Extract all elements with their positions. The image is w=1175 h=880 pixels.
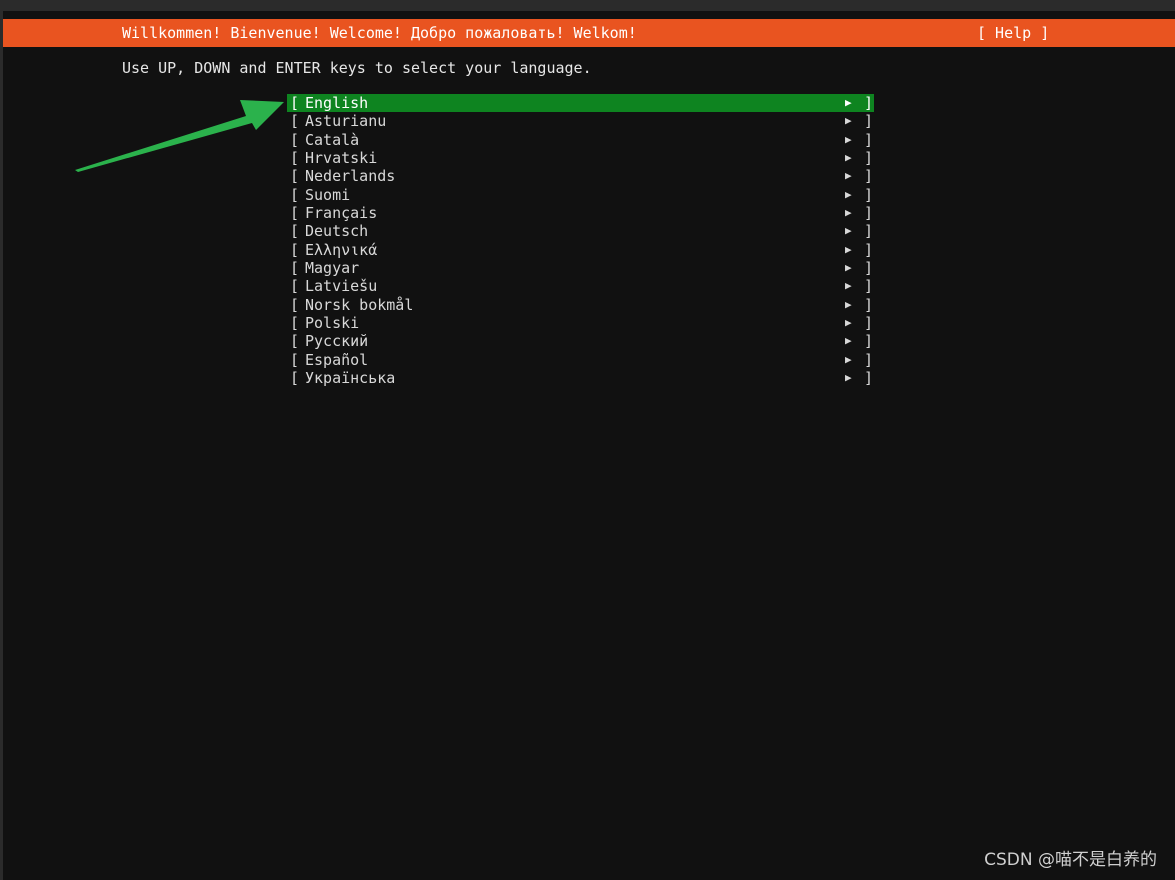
- right-bracket: ]: [864, 368, 874, 387]
- header-bar: Willkommen! Bienvenue! Welcome! Добро по…: [3, 19, 1175, 47]
- language-option[interactable]: [ Polski ▶]: [287, 314, 874, 332]
- submenu-arrow-icon: ▶: [845, 352, 852, 366]
- right-bracket: ]: [864, 295, 874, 314]
- submenu-arrow-icon: ▶: [845, 297, 852, 311]
- language-option[interactable]: [ Ελληνικά ▶]: [287, 241, 874, 259]
- submenu-arrow-icon: ▶: [845, 224, 852, 238]
- right-bracket: ]: [864, 332, 874, 351]
- language-label: Español: [305, 350, 369, 369]
- language-option[interactable]: [ Українська ▶]: [287, 369, 874, 387]
- left-bracket: [: [290, 94, 300, 112]
- submenu-arrow-icon: ▶: [845, 169, 852, 183]
- submenu-arrow-icon: ▶: [845, 334, 852, 348]
- left-bracket: [: [290, 222, 300, 241]
- submenu-arrow-icon: ▶: [845, 187, 852, 201]
- language-option[interactable]: [ Asturianu ▶]: [287, 112, 874, 130]
- language-label: Asturianu: [305, 112, 387, 131]
- language-label: Deutsch: [305, 222, 369, 241]
- language-label: Latviešu: [305, 277, 378, 296]
- right-bracket: ]: [864, 203, 874, 222]
- language-label: Русский: [305, 332, 369, 351]
- submenu-arrow-icon: ▶: [845, 370, 852, 384]
- language-option[interactable]: [ Hrvatski ▶]: [287, 149, 874, 167]
- left-bracket: [: [290, 313, 300, 332]
- language-option[interactable]: [ Suomi ▶]: [287, 186, 874, 204]
- language-label: English: [305, 94, 369, 112]
- language-label: Hrvatski: [305, 148, 378, 167]
- language-option[interactable]: [ Deutsch ▶]: [287, 222, 874, 240]
- language-option[interactable]: [ Français ▶]: [287, 204, 874, 222]
- left-bracket: [: [290, 185, 300, 204]
- right-bracket: ]: [864, 167, 874, 186]
- submenu-arrow-icon: ▶: [845, 315, 852, 329]
- language-label: Nederlands: [305, 167, 396, 186]
- left-bracket: [: [290, 148, 300, 167]
- right-bracket: ]: [864, 258, 874, 277]
- left-bracket: [: [290, 240, 300, 259]
- watermark: CSDN @喵不是白养的: [984, 850, 1157, 870]
- submenu-arrow-icon: ▶: [845, 114, 852, 128]
- right-bracket: ]: [864, 350, 874, 369]
- left-bracket: [: [290, 295, 300, 314]
- language-option[interactable]: [ Español ▶]: [287, 351, 874, 369]
- language-option[interactable]: [ Latviešu ▶]: [287, 277, 874, 295]
- language-label: Українська: [305, 368, 396, 387]
- left-bracket: [: [290, 167, 300, 186]
- language-option[interactable]: [ Magyar ▶]: [287, 259, 874, 277]
- language-label: Ελληνικά: [305, 240, 378, 259]
- language-option[interactable]: [ Nederlands ▶]: [287, 167, 874, 185]
- language-label: Suomi: [305, 185, 351, 204]
- submenu-arrow-icon: ▶: [845, 242, 852, 256]
- language-label: Norsk bokmål: [305, 295, 414, 314]
- right-bracket: ]: [864, 148, 874, 167]
- left-bracket: [: [290, 258, 300, 277]
- submenu-arrow-icon: ▶: [845, 132, 852, 146]
- right-bracket: ]: [864, 277, 874, 296]
- left-bracket: [: [290, 112, 300, 131]
- instructions-text: Use UP, DOWN and ENTER keys to select yo…: [122, 59, 592, 77]
- left-bracket: [: [290, 332, 300, 351]
- left-bracket: [: [290, 368, 300, 387]
- installer-screen: Willkommen! Bienvenue! Welcome! Добро по…: [3, 11, 1175, 880]
- right-bracket: ]: [864, 313, 874, 332]
- language-option[interactable]: [ Русский ▶]: [287, 332, 874, 350]
- submenu-arrow-icon: ▶: [845, 279, 852, 293]
- language-option[interactable]: [ Català ▶]: [287, 131, 874, 149]
- submenu-arrow-icon: ▶: [845, 205, 852, 219]
- language-label: Français: [305, 203, 378, 222]
- language-list: [ English ▶] [ Asturianu ▶] [ Català ▶] [ Hrvatski…: [287, 94, 874, 387]
- right-bracket: ]: [864, 240, 874, 259]
- language-label: Català: [305, 130, 360, 149]
- right-bracket: ]: [864, 112, 874, 131]
- left-bracket: [: [290, 350, 300, 369]
- right-bracket: ]: [864, 222, 874, 241]
- left-bracket: [: [290, 130, 300, 149]
- help-button[interactable]: [ Help ]: [977, 19, 1049, 47]
- language-option[interactable]: [ English ▶]: [287, 94, 874, 113]
- language-option[interactable]: [ Norsk bokmål ▶]: [287, 296, 874, 314]
- welcome-title: Willkommen! Bienvenue! Welcome! Добро по…: [122, 24, 637, 42]
- submenu-arrow-icon: ▶: [845, 96, 852, 109]
- right-bracket: ]: [864, 130, 874, 149]
- left-bracket: [: [290, 203, 300, 222]
- right-bracket: ]: [864, 185, 874, 204]
- submenu-arrow-icon: ▶: [845, 150, 852, 164]
- language-label: Polski: [305, 313, 360, 332]
- language-label: Magyar: [305, 258, 360, 277]
- submenu-arrow-icon: ▶: [845, 260, 852, 274]
- left-bracket: [: [290, 277, 300, 296]
- right-bracket: ]: [864, 94, 874, 112]
